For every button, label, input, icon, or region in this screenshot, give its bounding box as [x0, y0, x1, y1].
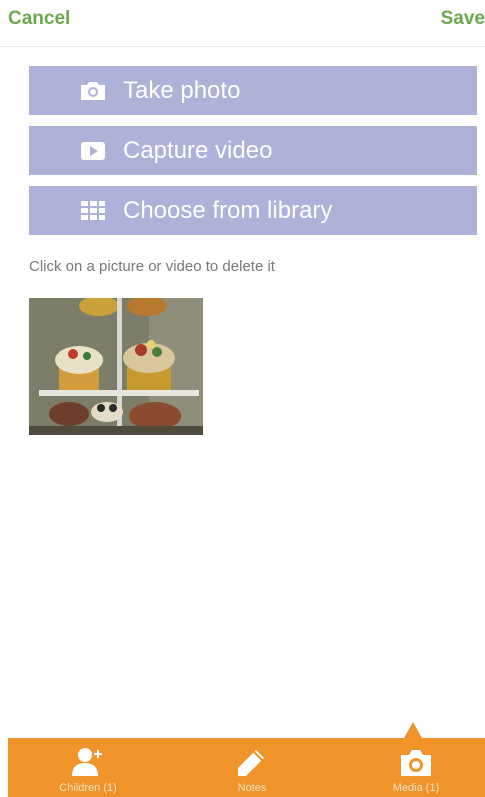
delete-hint-text: Click on a picture or video to delete it	[29, 258, 275, 275]
save-button[interactable]: Save	[441, 8, 485, 30]
tab-notes-label: Notes	[237, 782, 267, 794]
cancel-button[interactable]: Cancel	[8, 8, 70, 30]
tab-media[interactable]: Media (1)	[356, 738, 476, 797]
camera-icon	[398, 746, 434, 780]
choose-from-library-button[interactable]: Choose from library	[29, 186, 477, 235]
capture-video-label: Capture video	[123, 136, 273, 164]
media-screen: Cancel Save Take photo Capture video Cho…	[0, 0, 485, 797]
video-play-icon	[79, 139, 107, 163]
add-person-icon	[70, 746, 106, 780]
tab-children-label: Children (1)	[59, 782, 117, 794]
nav-header: Cancel Save	[0, 0, 485, 47]
tab-notes[interactable]: Notes	[192, 738, 312, 797]
media-thumbnail[interactable]	[29, 298, 203, 435]
active-tab-pointer	[404, 722, 422, 738]
bottom-tab-bar: Children (1) Notes Media (1)	[8, 738, 485, 797]
tab-children[interactable]: Children (1)	[28, 738, 148, 797]
tab-media-label: Media (1)	[392, 782, 440, 794]
capture-video-button[interactable]: Capture video	[29, 126, 477, 175]
camera-icon	[79, 79, 107, 103]
pencil-icon	[234, 746, 270, 780]
choose-from-library-label: Choose from library	[123, 196, 333, 224]
grid-icon	[79, 199, 107, 223]
cupcake-photo	[29, 298, 203, 435]
take-photo-button[interactable]: Take photo	[29, 66, 477, 115]
take-photo-label: Take photo	[123, 76, 241, 104]
